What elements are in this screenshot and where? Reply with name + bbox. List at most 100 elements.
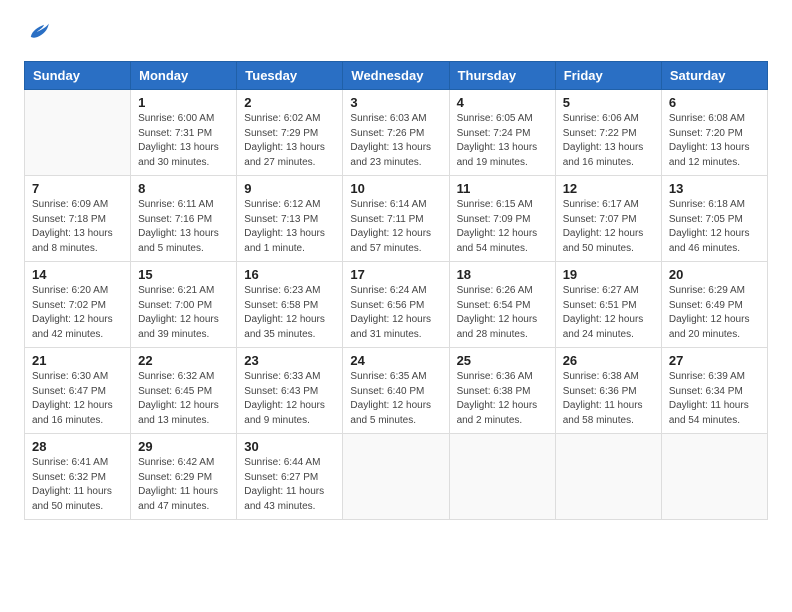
day-info: Sunrise: 6:36 AMSunset: 6:38 PMDaylight:… [457, 370, 548, 428]
calendar-cell: 26 Sunrise: 6:38 AMSunset: 6:36 PMDayligh… [555, 348, 661, 434]
calendar-week-row: 28 Sunrise: 6:41 AMSunset: 6:32 PMDayligh… [25, 434, 768, 520]
calendar-cell [555, 434, 661, 520]
calendar-cell: 29 Sunrise: 6:42 AMSunset: 6:29 PMDayligh… [131, 434, 237, 520]
day-number: 3 [350, 95, 441, 110]
day-number: 19 [563, 267, 654, 282]
day-number: 24 [350, 353, 441, 368]
day-number: 25 [457, 353, 548, 368]
day-info: Sunrise: 6:05 AMSunset: 7:24 PMDaylight:… [457, 112, 548, 170]
weekday-header-thursday: Thursday [449, 62, 555, 90]
day-number: 21 [32, 353, 123, 368]
day-number: 23 [244, 353, 335, 368]
weekday-header-wednesday: Wednesday [343, 62, 449, 90]
day-info: Sunrise: 6:18 AMSunset: 7:05 PMDaylight:… [669, 198, 760, 256]
calendar-week-row: 7Sunrise: 6:09 AMSunset: 7:18 PMDaylight… [25, 176, 768, 262]
calendar-cell: 22 Sunrise: 6:32 AMSunset: 6:45 PMDayligh… [131, 348, 237, 434]
calendar-cell: 4 Sunrise: 6:05 AMSunset: 7:24 PMDaylight… [449, 90, 555, 176]
day-number: 30 [244, 439, 335, 454]
calendar-cell: 15 Sunrise: 6:21 AMSunset: 7:00 PMDayligh… [131, 262, 237, 348]
weekday-header-tuesday: Tuesday [237, 62, 343, 90]
day-number: 26 [563, 353, 654, 368]
day-info: Sunrise: 6:02 AMSunset: 7:29 PMDaylight:… [244, 112, 335, 170]
page: SundayMondayTuesdayWednesdayThursdayFrid… [0, 0, 792, 612]
calendar-cell: 28 Sunrise: 6:41 AMSunset: 6:32 PMDayligh… [25, 434, 131, 520]
day-info: Sunrise: 6:32 AMSunset: 6:45 PMDaylight:… [138, 370, 229, 428]
day-number: 9 [244, 181, 335, 196]
logo-bird-icon [26, 20, 50, 44]
day-number: 4 [457, 95, 548, 110]
day-info: Sunrise: 6:24 AMSunset: 6:56 PMDaylight:… [350, 284, 441, 342]
day-number: 29 [138, 439, 229, 454]
day-info: Sunrise: 6:03 AMSunset: 7:26 PMDaylight:… [350, 112, 441, 170]
calendar-cell: 24 Sunrise: 6:35 AMSunset: 6:40 PMDayligh… [343, 348, 449, 434]
weekday-header-friday: Friday [555, 62, 661, 90]
day-number: 13 [669, 181, 760, 196]
day-info: Sunrise: 6:30 AMSunset: 6:47 PMDaylight:… [32, 370, 123, 428]
day-number: 16 [244, 267, 335, 282]
calendar-cell: 6Sunrise: 6:08 AMSunset: 7:20 PMDaylight… [661, 90, 767, 176]
day-number: 8 [138, 181, 229, 196]
day-number: 27 [669, 353, 760, 368]
day-number: 10 [350, 181, 441, 196]
calendar-cell: 25 Sunrise: 6:36 AMSunset: 6:38 PMDayligh… [449, 348, 555, 434]
day-info: Sunrise: 6:38 AMSunset: 6:36 PMDaylight:… [563, 370, 654, 428]
calendar-cell: 17 Sunrise: 6:24 AMSunset: 6:56 PMDayligh… [343, 262, 449, 348]
day-number: 1 [138, 95, 229, 110]
calendar-cell: 1Sunrise: 6:00 AMSunset: 7:31 PMDaylight… [131, 90, 237, 176]
header [24, 20, 768, 49]
calendar-cell: 30 Sunrise: 6:44 AMSunset: 6:27 PMDayligh… [237, 434, 343, 520]
calendar-cell: 16 Sunrise: 6:23 AMSunset: 6:58 PMDayligh… [237, 262, 343, 348]
day-number: 5 [563, 95, 654, 110]
day-number: 28 [32, 439, 123, 454]
day-info: Sunrise: 6:41 AMSunset: 6:32 PMDaylight:… [32, 456, 123, 514]
calendar-cell: 23 Sunrise: 6:33 AMSunset: 6:43 PMDayligh… [237, 348, 343, 434]
day-number: 2 [244, 95, 335, 110]
day-number: 20 [669, 267, 760, 282]
day-info: Sunrise: 6:06 AMSunset: 7:22 PMDaylight:… [563, 112, 654, 170]
day-number: 22 [138, 353, 229, 368]
day-info: Sunrise: 6:29 AMSunset: 6:49 PMDaylight:… [669, 284, 760, 342]
day-number: 12 [563, 181, 654, 196]
day-info: Sunrise: 6:20 AMSunset: 7:02 PMDaylight:… [32, 284, 123, 342]
day-info: Sunrise: 6:23 AMSunset: 6:58 PMDaylight:… [244, 284, 335, 342]
calendar-cell [343, 434, 449, 520]
day-info: Sunrise: 6:33 AMSunset: 6:43 PMDaylight:… [244, 370, 335, 428]
day-info: Sunrise: 6:44 AMSunset: 6:27 PMDaylight:… [244, 456, 335, 514]
day-number: 15 [138, 267, 229, 282]
day-info: Sunrise: 6:27 AMSunset: 6:51 PMDaylight:… [563, 284, 654, 342]
weekday-header-sunday: Sunday [25, 62, 131, 90]
logo [24, 20, 50, 49]
calendar-cell [661, 434, 767, 520]
calendar-cell: 2 Sunrise: 6:02 AMSunset: 7:29 PMDaylight… [237, 90, 343, 176]
calendar-cell: 8Sunrise: 6:11 AMSunset: 7:16 PMDaylight… [131, 176, 237, 262]
calendar-cell: 12 Sunrise: 6:17 AMSunset: 7:07 PMDayligh… [555, 176, 661, 262]
calendar-cell: 20 Sunrise: 6:29 AMSunset: 6:49 PMDayligh… [661, 262, 767, 348]
calendar-cell [25, 90, 131, 176]
calendar-week-row: 14Sunrise: 6:20 AMSunset: 7:02 PMDayligh… [25, 262, 768, 348]
day-number: 17 [350, 267, 441, 282]
weekday-header-monday: Monday [131, 62, 237, 90]
calendar-cell: 5 Sunrise: 6:06 AMSunset: 7:22 PMDaylight… [555, 90, 661, 176]
calendar-cell: 9 Sunrise: 6:12 AMSunset: 7:13 PMDaylight… [237, 176, 343, 262]
day-info: Sunrise: 6:15 AMSunset: 7:09 PMDaylight:… [457, 198, 548, 256]
day-info: Sunrise: 6:09 AMSunset: 7:18 PMDaylight:… [32, 198, 123, 256]
calendar-cell: 21 Sunrise: 6:30 AMSunset: 6:47 PMDayligh… [25, 348, 131, 434]
calendar-cell: 7Sunrise: 6:09 AMSunset: 7:18 PMDaylight… [25, 176, 131, 262]
day-info: Sunrise: 6:17 AMSunset: 7:07 PMDaylight:… [563, 198, 654, 256]
weekday-header-saturday: Saturday [661, 62, 767, 90]
calendar-cell [449, 434, 555, 520]
calendar: SundayMondayTuesdayWednesdayThursdayFrid… [24, 61, 768, 520]
calendar-cell: 27Sunrise: 6:39 AMSunset: 6:34 PMDayligh… [661, 348, 767, 434]
calendar-cell: 14Sunrise: 6:20 AMSunset: 7:02 PMDayligh… [25, 262, 131, 348]
calendar-cell: 3 Sunrise: 6:03 AMSunset: 7:26 PMDaylight… [343, 90, 449, 176]
calendar-cell: 13 Sunrise: 6:18 AMSunset: 7:05 PMDayligh… [661, 176, 767, 262]
calendar-cell: 18Sunrise: 6:26 AMSunset: 6:54 PMDayligh… [449, 262, 555, 348]
day-number: 6 [669, 95, 760, 110]
calendar-header-row: SundayMondayTuesdayWednesdayThursdayFrid… [25, 62, 768, 90]
day-info: Sunrise: 6:35 AMSunset: 6:40 PMDaylight:… [350, 370, 441, 428]
day-info: Sunrise: 6:42 AMSunset: 6:29 PMDaylight:… [138, 456, 229, 514]
day-number: 11 [457, 181, 548, 196]
day-info: Sunrise: 6:12 AMSunset: 7:13 PMDaylight:… [244, 198, 335, 256]
calendar-cell: 10Sunrise: 6:14 AMSunset: 7:11 PMDayligh… [343, 176, 449, 262]
day-info: Sunrise: 6:21 AMSunset: 7:00 PMDaylight:… [138, 284, 229, 342]
